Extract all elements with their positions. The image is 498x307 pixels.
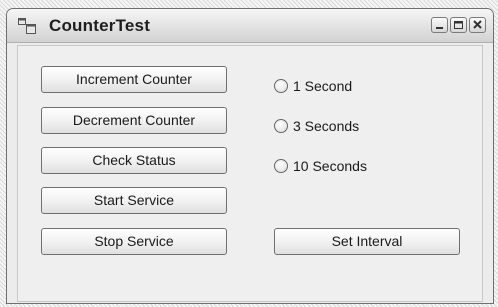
title-bar[interactable]: CounterTest	[7, 9, 493, 43]
check-status-button[interactable]: Check Status	[41, 147, 227, 174]
start-service-button[interactable]: Start Service	[41, 187, 227, 214]
radio-label[interactable]: 10 Seconds	[293, 158, 367, 174]
decrement-counter-button[interactable]: Decrement Counter	[41, 107, 227, 134]
form-body: Increment Counter Decrement Counter Chec…	[17, 45, 483, 302]
radio-label[interactable]: 1 Second	[293, 78, 352, 94]
minimize-icon	[436, 27, 443, 29]
minimize-button[interactable]	[431, 17, 448, 33]
radio-button-icon[interactable]	[274, 119, 288, 133]
application-icon	[18, 18, 36, 34]
increment-counter-button[interactable]: Increment Counter	[41, 66, 227, 93]
radio-button-icon[interactable]	[274, 79, 288, 93]
maximize-button[interactable]	[450, 17, 467, 33]
window-title: CounterTest	[49, 16, 151, 35]
radio-label[interactable]: 3 Seconds	[293, 118, 359, 134]
close-icon	[473, 20, 482, 29]
close-button[interactable]	[469, 17, 486, 33]
set-interval-button[interactable]: Set Interval	[274, 228, 460, 255]
maximize-icon	[454, 21, 463, 29]
stop-service-button[interactable]: Stop Service	[41, 228, 227, 255]
radio-button-icon[interactable]	[274, 159, 288, 173]
app-window: CounterTest Increment Counter Decrement …	[6, 8, 494, 304]
